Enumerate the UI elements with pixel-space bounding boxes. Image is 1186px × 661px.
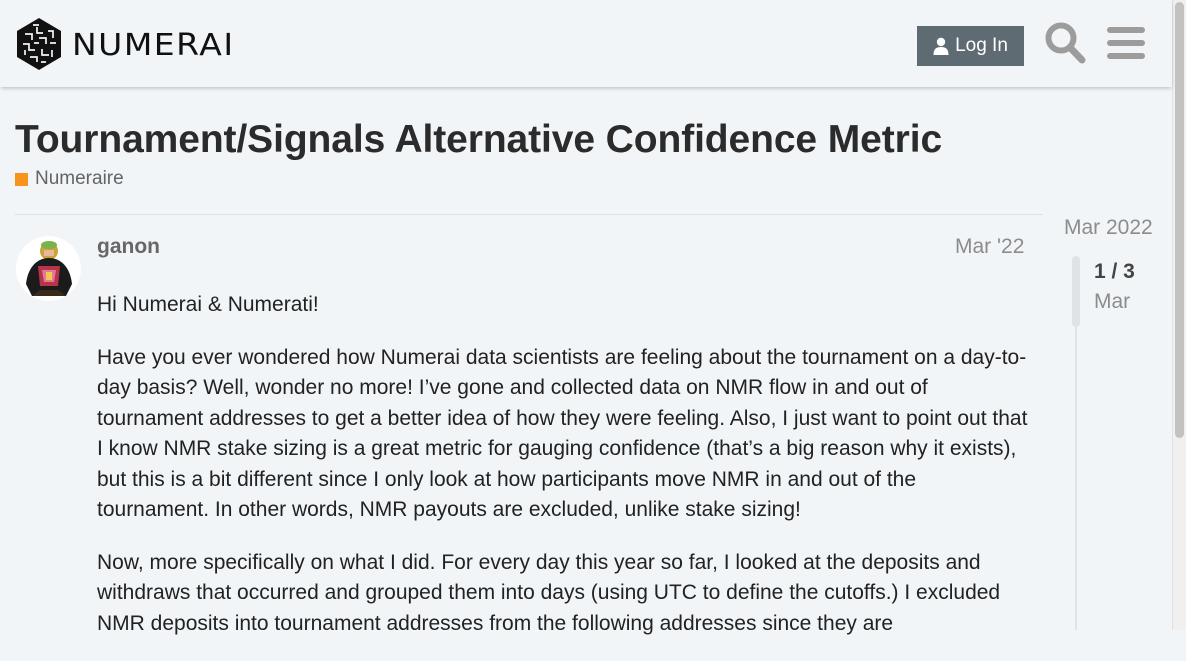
brand-name: NUMERAI [72,26,235,62]
page-scrollbar[interactable] [1172,0,1186,630]
topic-divider [15,214,1043,215]
timeline-track[interactable] [1075,327,1077,630]
post-paragraph: Now, more specifically on what I did. Fo… [97,550,1001,635]
avatar[interactable] [16,236,81,301]
post-paragraph: Hi Numerai & Numerati! [97,293,319,316]
topic-title[interactable]: Tournament/Signals Alternative Confidenc… [15,118,942,162]
site-header: NUMERAI Log In [0,0,1172,87]
scrollbar-thumb[interactable] [1175,2,1184,438]
avatar-image [16,236,81,301]
user-icon [933,37,949,55]
category-name: Numeraire [35,168,124,189]
category-link[interactable]: Numeraire [15,168,124,190]
timeline-start-date[interactable]: Mar 2022 [1064,216,1153,240]
timeline-scroller-handle[interactable] [1072,256,1080,327]
category-badge [15,172,28,186]
search-icon[interactable] [1044,21,1086,65]
login-label: Log In [955,35,1008,56]
post-date[interactable]: Mar '22 [955,235,1024,259]
post-author[interactable]: ganon [97,235,160,259]
hamburger-menu-icon[interactable] [1107,25,1145,61]
timeline-post-position: 1 / 3 [1094,260,1135,283]
site-logo[interactable]: NUMERAI [15,17,235,71]
post-paragraph: Have you ever wondered how Numerai data … [97,345,1028,522]
login-button[interactable]: Log In [917,26,1024,66]
numerai-logo-icon [17,18,61,70]
post-body: Hi Numerai & Numerati! Have you ever won… [97,290,1032,661]
timeline-current-date: Mar [1094,290,1131,313]
